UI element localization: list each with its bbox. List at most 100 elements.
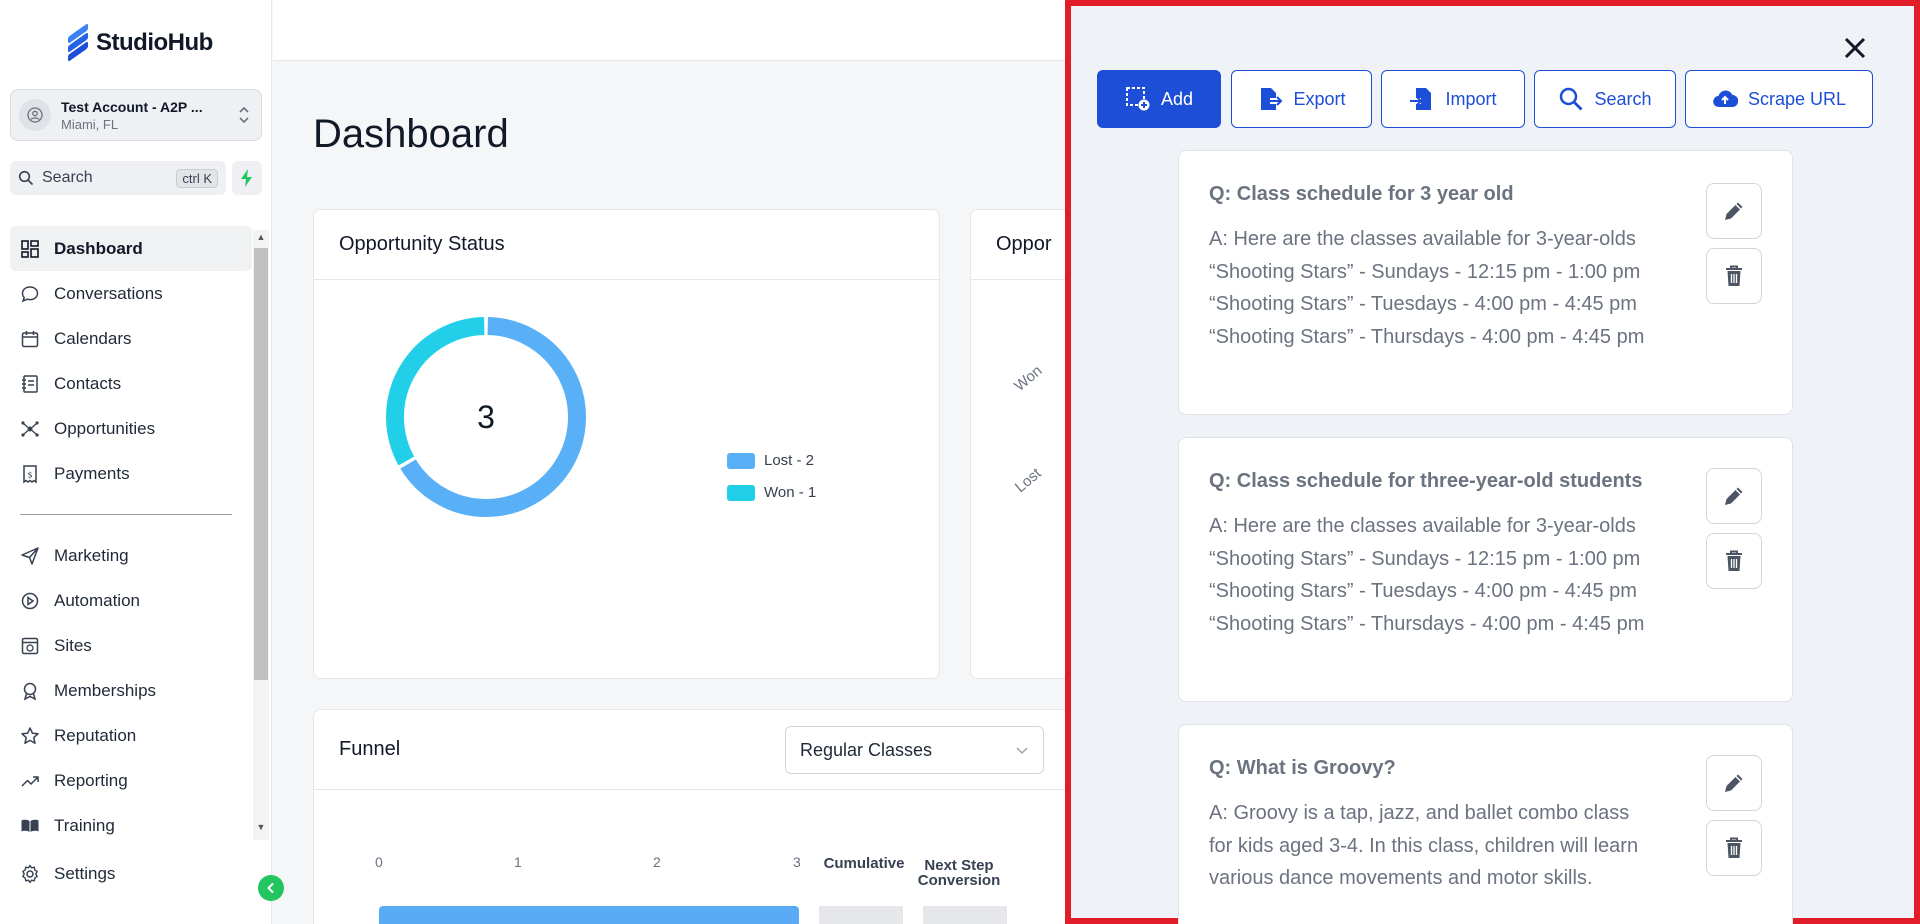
sidebar-item-calendars[interactable]: Calendars bbox=[10, 316, 252, 361]
search-button[interactable]: Search bbox=[1534, 70, 1676, 128]
trash-icon bbox=[1726, 550, 1742, 571]
opportunity-status-card: Opportunity Status 3 Lost - 2 Won - 1 bbox=[313, 209, 940, 679]
funnel-conversion-cell bbox=[923, 906, 1007, 924]
svg-text:$: $ bbox=[27, 470, 32, 479]
legend-item-lost[interactable]: Lost - 2 bbox=[727, 452, 816, 469]
faq-answer: A: Here are the classes available for 3-… bbox=[1209, 515, 1645, 635]
sidebar-item-settings[interactable]: Settings bbox=[20, 864, 115, 884]
sidebar-item-dashboard[interactable]: Dashboard bbox=[10, 226, 252, 271]
nav-divider bbox=[20, 514, 232, 515]
edit-faq-button[interactable] bbox=[1706, 183, 1762, 239]
account-name: Test Account - A2P ... bbox=[61, 98, 203, 115]
legend-swatch-won bbox=[727, 484, 755, 501]
calendar-icon bbox=[21, 330, 39, 347]
opportunities-icon bbox=[21, 420, 39, 437]
sidebar-item-reporting[interactable]: Reporting bbox=[10, 758, 252, 803]
chevron-left-icon bbox=[267, 882, 274, 894]
scroll-up-arrow-icon[interactable]: ▲ bbox=[256, 232, 266, 242]
import-icon bbox=[1410, 88, 1432, 110]
search-label: Search bbox=[1594, 88, 1652, 109]
search-shortcut: ctrl K bbox=[176, 168, 218, 188]
export-icon bbox=[1261, 88, 1283, 110]
column-next-step-line2: Conversion bbox=[917, 872, 1001, 889]
sidebar-item-automation[interactable]: Automation bbox=[10, 578, 252, 623]
search-placeholder: Search bbox=[42, 169, 93, 186]
sidebar-item-reputation[interactable]: Reputation bbox=[10, 713, 252, 758]
account-switcher[interactable]: Test Account - A2P ... Miami, FL bbox=[10, 89, 262, 141]
legend-item-won[interactable]: Won - 1 bbox=[727, 484, 816, 501]
search-icon bbox=[18, 170, 34, 186]
sidebar-item-label: Dashboard bbox=[54, 238, 143, 258]
sidebar-item-sites[interactable]: Sites bbox=[10, 623, 252, 668]
add-label: Add bbox=[1160, 88, 1194, 109]
sidebar-item-contacts[interactable]: Contacts bbox=[10, 361, 252, 406]
add-item-icon bbox=[1125, 87, 1150, 111]
close-panel-button[interactable] bbox=[1840, 33, 1870, 63]
sidebar-item-conversations[interactable]: Conversations bbox=[10, 271, 252, 316]
sidebar-nav: Dashboard Conversations Calendars Contac… bbox=[10, 226, 252, 848]
delete-faq-button[interactable] bbox=[1706, 533, 1762, 589]
star-icon bbox=[21, 726, 39, 744]
chart-legend: Lost - 2 Won - 1 bbox=[727, 452, 816, 516]
faq-answer: A: Groovy is a tap, jazz, and ballet com… bbox=[1209, 802, 1639, 889]
payments-icon: $ bbox=[23, 464, 37, 483]
sidebar-item-label: Conversations bbox=[54, 283, 163, 303]
faq-item: Q: What is Groovy? A: Groovy is a tap, j… bbox=[1178, 724, 1793, 924]
export-button[interactable]: Export bbox=[1231, 70, 1372, 128]
pipeline-select[interactable]: Regular Classes bbox=[785, 726, 1044, 774]
app-logo[interactable]: StudioHub bbox=[64, 22, 213, 63]
add-button[interactable]: Add bbox=[1097, 70, 1221, 128]
sidebar-item-opportunities[interactable]: Opportunities bbox=[10, 406, 252, 451]
quick-actions-button[interactable] bbox=[232, 161, 262, 195]
chat-icon bbox=[21, 285, 39, 302]
chevron-down-icon bbox=[1016, 747, 1028, 755]
edit-faq-button[interactable] bbox=[1706, 468, 1762, 524]
sidebar-item-training[interactable]: Training bbox=[10, 803, 252, 848]
axis-tick: 3 bbox=[793, 854, 801, 870]
logo-mark-icon bbox=[64, 22, 90, 63]
search-icon bbox=[1560, 87, 1583, 111]
top-bar bbox=[273, 0, 1065, 61]
sidebar-item-label: Payments bbox=[54, 463, 130, 483]
sidebar-search[interactable]: Search ctrl K bbox=[10, 161, 226, 195]
delete-faq-button[interactable] bbox=[1706, 248, 1762, 304]
import-label: Import bbox=[1445, 88, 1497, 109]
gear-icon bbox=[22, 864, 38, 884]
page-title: Dashboard bbox=[313, 112, 509, 156]
sidebar-scrollbar-thumb[interactable] bbox=[254, 248, 268, 680]
funnel-card: Funnel Regular Classes 0 1 2 3 Cumulativ… bbox=[313, 709, 1163, 924]
scrape-url-button[interactable]: Scrape URL bbox=[1685, 70, 1873, 128]
faq-item: Q: Class schedule for 3 year old A: Here… bbox=[1178, 150, 1793, 415]
edit-faq-button[interactable] bbox=[1706, 755, 1762, 811]
sidebar-item-label: Sites bbox=[54, 635, 92, 655]
pencil-icon bbox=[1725, 202, 1743, 220]
delete-faq-button[interactable] bbox=[1706, 820, 1762, 876]
scroll-down-arrow-icon[interactable]: ▼ bbox=[256, 822, 266, 832]
import-button[interactable]: Import bbox=[1381, 70, 1525, 128]
pipeline-select-value: Regular Classes bbox=[800, 739, 933, 760]
sidebar-item-marketing[interactable]: Marketing bbox=[10, 533, 252, 578]
badge-icon bbox=[23, 682, 37, 700]
sidebar-item-label: Training bbox=[54, 815, 115, 835]
funnel-bar[interactable] bbox=[379, 906, 799, 924]
trash-icon bbox=[1726, 837, 1742, 858]
funnel-cumulative-cell bbox=[819, 906, 903, 924]
pencil-icon bbox=[1725, 487, 1743, 505]
sidebar-item-memberships[interactable]: Memberships bbox=[10, 668, 252, 713]
legend-label: Lost - 2 bbox=[764, 452, 815, 469]
column-cumulative: Cumulative bbox=[823, 855, 905, 872]
book-icon bbox=[21, 819, 39, 832]
axis-tick: 2 bbox=[653, 854, 661, 870]
axis-tick: 1 bbox=[514, 854, 522, 870]
faq-question: Q: Class schedule for three-year-old stu… bbox=[1209, 470, 1643, 492]
sidebar-item-label: Marketing bbox=[54, 545, 129, 565]
sidebar-item-payments[interactable]: $ Payments bbox=[10, 451, 252, 496]
contacts-icon bbox=[22, 374, 38, 393]
app-name: StudioHub bbox=[96, 29, 213, 56]
account-location: Miami, FL bbox=[61, 116, 119, 132]
sidebar-item-label: Opportunities bbox=[54, 418, 156, 438]
close-icon bbox=[1844, 37, 1866, 59]
sidebar-item-label: Memberships bbox=[54, 680, 157, 700]
collapse-sidebar-button[interactable] bbox=[258, 875, 284, 901]
account-avatar-icon bbox=[19, 99, 51, 131]
